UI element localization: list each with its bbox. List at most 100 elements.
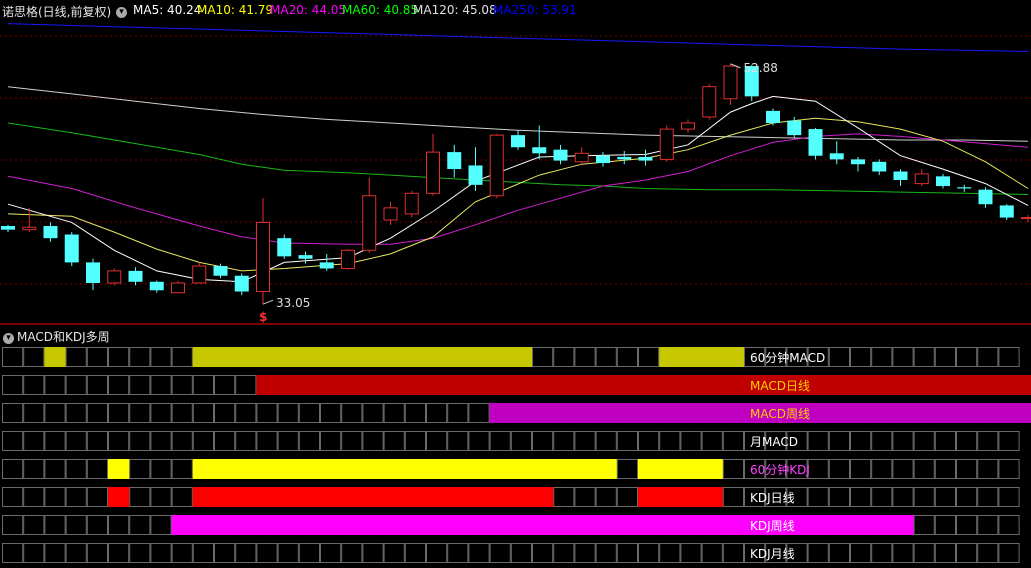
subpanel-toggle-icon[interactable]: ▾ xyxy=(3,329,14,344)
candle-body xyxy=(872,161,887,172)
grid-cell xyxy=(807,431,829,451)
grid-cell xyxy=(468,543,490,563)
candle-body xyxy=(1021,217,1031,220)
low-pointer xyxy=(262,299,274,305)
grid-cell xyxy=(129,543,151,563)
candle xyxy=(617,150,632,165)
grid-cell xyxy=(722,431,744,451)
grid-cell xyxy=(341,543,363,563)
grid-cell xyxy=(998,459,1020,479)
candle xyxy=(1021,215,1031,223)
candle xyxy=(171,280,185,294)
grid-cell xyxy=(298,431,320,451)
signal-bar xyxy=(192,347,533,367)
grid-cell xyxy=(86,375,109,395)
candle xyxy=(766,108,780,126)
candle-body xyxy=(999,205,1014,218)
grid-cell xyxy=(150,375,172,395)
grid-cell xyxy=(892,459,914,479)
candle xyxy=(341,249,355,270)
grid-cell xyxy=(913,543,935,563)
grid-cell xyxy=(65,403,87,423)
grid-cell xyxy=(108,375,130,395)
grid-cell xyxy=(574,347,596,367)
candle-body xyxy=(978,189,993,205)
signal-bar xyxy=(256,375,1031,395)
candle xyxy=(489,133,504,199)
grid-cell xyxy=(956,347,978,367)
candle xyxy=(659,125,674,162)
grid-cell xyxy=(320,543,342,563)
grid-cell xyxy=(892,543,914,563)
candle-body xyxy=(659,128,674,160)
grid-cell xyxy=(65,459,87,479)
grid-cell xyxy=(320,403,342,423)
grid-cell xyxy=(828,431,850,451)
ma10-label: MA10: 41.79 xyxy=(197,3,274,17)
stock-title[interactable]: 诺思格(日线,前复权) xyxy=(2,3,111,20)
grid-cell xyxy=(998,487,1020,507)
candle xyxy=(383,201,398,225)
chart-header: 诺思格(日线,前复权) ▾ MA5: 40.24 MA10: 41.79 MA2… xyxy=(0,0,1031,20)
grid-cell xyxy=(171,543,193,563)
candle xyxy=(1,224,15,233)
subpanel-title[interactable]: MACD和KDJ多周 xyxy=(17,328,110,345)
grid-cell xyxy=(913,347,935,367)
grid-cell xyxy=(426,403,448,423)
candle-body xyxy=(64,234,79,263)
grid-cell xyxy=(934,543,956,563)
candlestick-chart[interactable]: 52.88 33.05 $ xyxy=(0,20,1031,323)
signal-row xyxy=(2,543,1020,563)
ma120-label: MA120: 45.08 xyxy=(413,3,497,17)
grid-cell xyxy=(616,487,638,507)
buy-signal-mark: $ xyxy=(259,310,267,323)
candle xyxy=(43,222,58,242)
grid-cell xyxy=(235,375,257,395)
grid-cell xyxy=(2,403,24,423)
candle-body xyxy=(914,173,929,185)
signal-row-label: MACD日线 xyxy=(750,379,810,393)
grid-cell xyxy=(65,515,87,535)
signal-row xyxy=(2,487,1020,507)
grid-cell xyxy=(574,487,596,507)
low-price-label: 33.05 xyxy=(276,296,310,310)
grid-cell xyxy=(510,431,532,451)
grid-cell xyxy=(23,487,45,507)
grid-cell xyxy=(44,515,66,535)
grid-cell xyxy=(235,543,257,563)
grid-cell xyxy=(86,487,109,507)
candle xyxy=(298,251,313,264)
grid-cell xyxy=(998,431,1020,451)
grid-cell xyxy=(214,431,236,451)
grid-cell xyxy=(2,543,24,563)
signal-row-label: KDJ月线 xyxy=(750,547,795,561)
candle-body xyxy=(404,192,419,215)
grid-cell xyxy=(362,403,384,423)
candle xyxy=(468,147,483,191)
grid-cell xyxy=(65,487,87,507)
grid-cell xyxy=(256,403,278,423)
candle-body xyxy=(256,221,270,292)
grid-cell xyxy=(934,487,956,507)
grid-cell xyxy=(913,431,935,451)
grid-cell xyxy=(977,515,999,535)
grid-cell xyxy=(680,431,702,451)
signal-bar xyxy=(108,487,130,507)
grid-cell xyxy=(913,459,935,479)
candle-body xyxy=(171,282,185,294)
ma250-label: MA250: 53.91 xyxy=(493,3,577,17)
signal-row-label: KDJ日线 xyxy=(750,491,795,505)
grid-cell xyxy=(171,403,193,423)
ma20-line xyxy=(7,133,1029,245)
indicator-toggle-icon[interactable]: ▾ xyxy=(116,3,127,18)
grid-cell xyxy=(828,459,850,479)
grid-cell xyxy=(574,543,596,563)
grid-cell xyxy=(871,431,893,451)
candle-body xyxy=(383,207,398,221)
candle-body xyxy=(447,152,462,170)
candle xyxy=(192,262,207,284)
candle xyxy=(128,267,143,286)
signal-bar xyxy=(44,347,66,367)
grid-cell xyxy=(701,543,723,563)
grid-cell xyxy=(913,515,935,535)
